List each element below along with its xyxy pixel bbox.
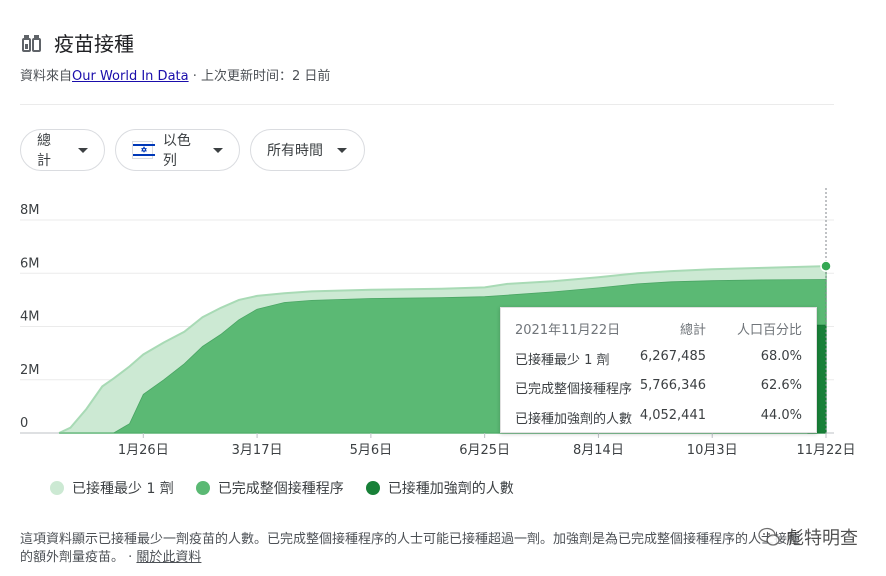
legend-dot-icon [365,481,380,495]
x-tick-label: 11月22日 [796,443,855,458]
legend-item[interactable]: 已完成整個接種程序 [195,478,344,498]
legend-item[interactable]: 已接種最少 1 劑 [50,478,174,498]
x-tick-label: 1月26日 [118,443,169,458]
source-line: 資料來自Our World In Data · 上次更新时间：2 日前 [20,65,330,84]
tooltip-col-total: 總計 [679,323,706,338]
tooltip-row-total: 6,267,485 [639,349,706,364]
tooltip-row-total: 5,766,346 [639,378,706,393]
y-tick-label: 6M [20,256,40,271]
x-tick-label: 5月6日 [350,443,393,458]
x-tick-label: 3月17日 [232,443,283,458]
tooltip-row-label: 已接種最少 1 劑 [515,353,610,368]
country-dropdown[interactable]: 以色列 [115,129,240,171]
x-tick-label: 10月3日 [687,443,738,458]
tooltip-row-label: 已接種加強劑的人數 [515,412,633,427]
watermark: 彪特明查 [758,524,858,550]
tooltip-date: 2021年11月22日 [515,323,621,338]
chevron-down-icon [78,147,88,153]
chevron-down-icon [213,147,223,153]
watermark-text: 彪特明查 [786,528,858,549]
y-tick-label: 4M [20,310,40,325]
israel-flag-icon [132,141,155,159]
metric-dropdown[interactable]: 總計 [20,129,105,171]
tooltip-row-label: 已完成整個接種程序 [515,382,633,397]
highlight-point [820,260,832,272]
x-tick-label: 8月14日 [573,443,624,458]
tooltip-col-pct: 人口百分比 [736,323,802,338]
legend-label: 已完成整個接種程序 [217,481,344,497]
time-range-dropdown[interactable]: 所有時間 [250,129,365,171]
header: 疫苗接種 [20,28,134,57]
divider [20,104,834,105]
about-data-link[interactable]: 關於此資料 [136,550,201,565]
page-title: 疫苗接種 [54,32,134,56]
chart-legend: 已接種最少 1 劑 已完成整個接種程序 已接種加強劑的人數 [50,478,536,498]
wechat-icon [758,527,780,546]
x-tick-label: 6月25日 [459,443,510,458]
legend-dot-icon [195,481,210,495]
y-tick-label: 0 [20,416,28,431]
country-dropdown-label: 以色列 [162,133,191,169]
footnote-sep: · [124,550,137,565]
y-tick-label: 8M [20,203,40,218]
tooltip-row-pct: 62.6% [760,378,802,393]
chart-tooltip: 2021年11月22日 總計 人口百分比 已接種最少 1 劑 6,267,485… [500,307,817,433]
chevron-down-icon [337,147,347,153]
footnote: 這項資料顯示已接種最少一劑疫苗的人數。已完成整個接種程序的人士可能已接種超過一劑… [20,531,810,567]
legend-dot-icon [50,481,64,495]
vaccine-icon [22,34,41,52]
update-info: · 上次更新时间：2 日前 [188,69,331,84]
legend-label: 已接種最少 1 劑 [72,481,174,497]
source-link[interactable]: Our World In Data [72,69,189,84]
source-prefix: 資料來自 [20,69,73,84]
tooltip-row-pct: 68.0% [760,349,802,364]
tooltip-row-pct: 44.0% [760,408,802,423]
y-tick-label: 2M [20,363,40,378]
legend-item[interactable]: 已接種加強劑的人數 [365,478,514,498]
metric-dropdown-label: 總計 [37,133,51,169]
time-range-dropdown-label: 所有時間 [267,143,323,159]
tooltip-row-total: 4,052,441 [639,408,706,423]
legend-label: 已接種加強劑的人數 [387,481,514,497]
